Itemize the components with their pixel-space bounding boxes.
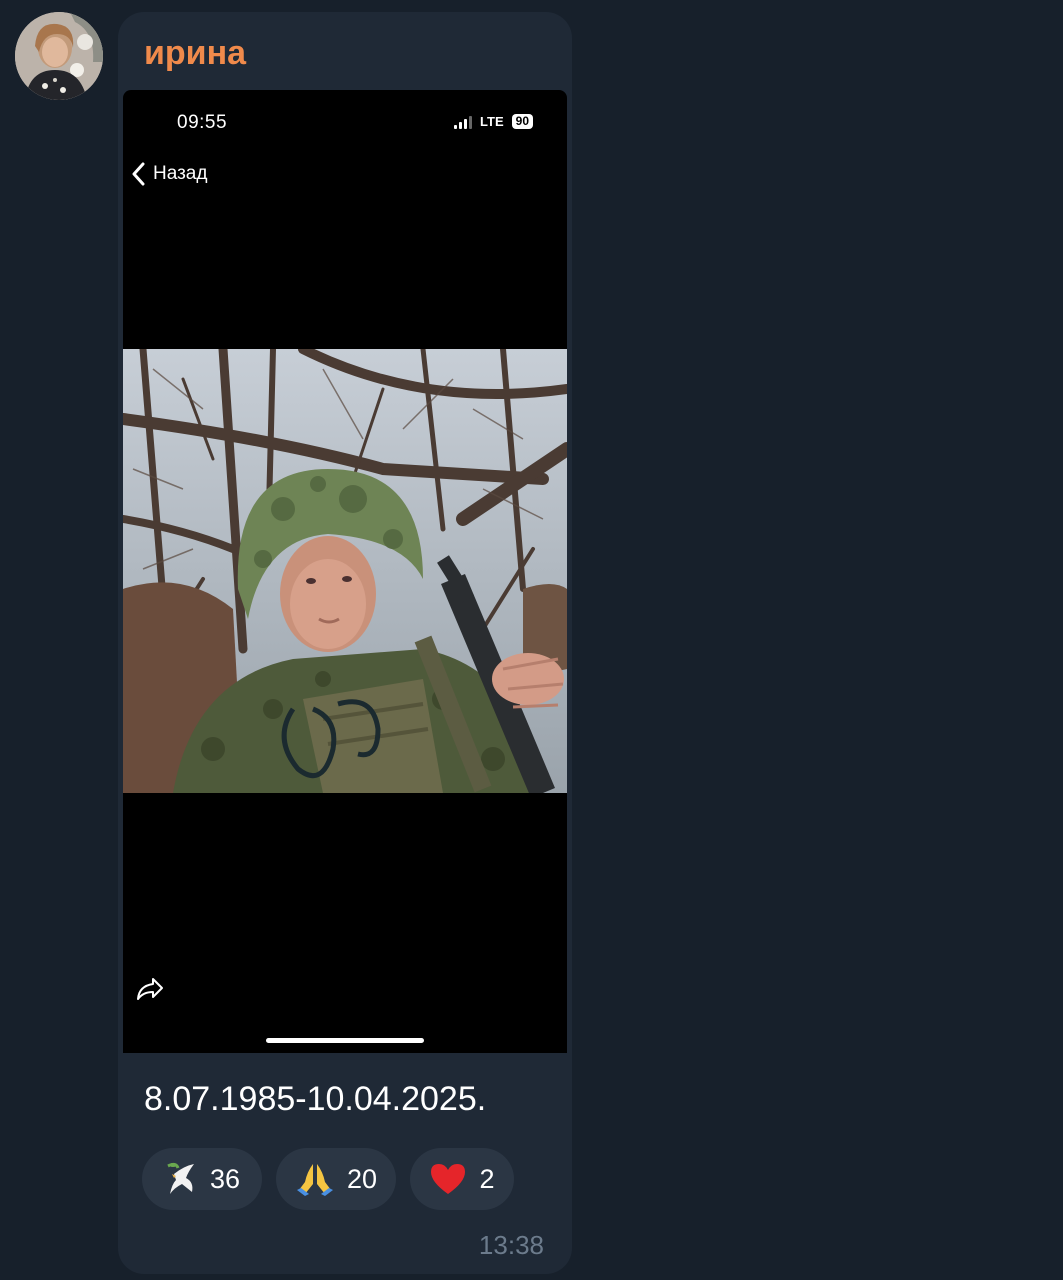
praying-hands-icon <box>296 1164 333 1196</box>
back-label: Назад <box>153 163 208 184</box>
heart-icon <box>431 1164 466 1194</box>
message-bubble[interactable]: ирина 09:55 LTE 90 Назад 8.07.1985-10.04… <box>118 12 572 1274</box>
message-time: 13:38 <box>478 1230 544 1260</box>
status-bar-indicators: LTE 90 <box>454 114 533 129</box>
battery-badge: 90 <box>511 114 533 129</box>
reactions-bar: 36 20 2 <box>142 1148 514 1210</box>
reaction-dove[interactable]: 36 <box>142 1148 262 1210</box>
sender-avatar[interactable] <box>15 12 103 100</box>
home-indicator <box>266 1038 424 1043</box>
share-icon <box>137 978 163 1000</box>
back-button: Назад <box>131 162 207 186</box>
dove-icon <box>167 1162 194 1194</box>
soldier-photo <box>123 349 567 793</box>
message-caption: 8.07.1985-10.04.2025. <box>144 1080 487 1118</box>
signal-icon <box>454 115 473 129</box>
reaction-count: 20 <box>346 1163 378 1194</box>
avatar-image <box>15 12 103 100</box>
photo-attachment[interactable]: 09:55 LTE 90 Назад <box>123 90 567 1053</box>
reaction-count: 36 <box>209 1163 241 1194</box>
reaction-count: 2 <box>479 1163 495 1194</box>
reaction-praying-hands[interactable]: 20 <box>276 1148 396 1210</box>
sender-name[interactable]: ирина <box>144 34 246 73</box>
reaction-heart[interactable]: 2 <box>410 1148 514 1210</box>
chevron-left-icon <box>132 162 145 186</box>
network-label: LTE <box>480 114 504 129</box>
status-time: 09:55 <box>177 112 228 133</box>
